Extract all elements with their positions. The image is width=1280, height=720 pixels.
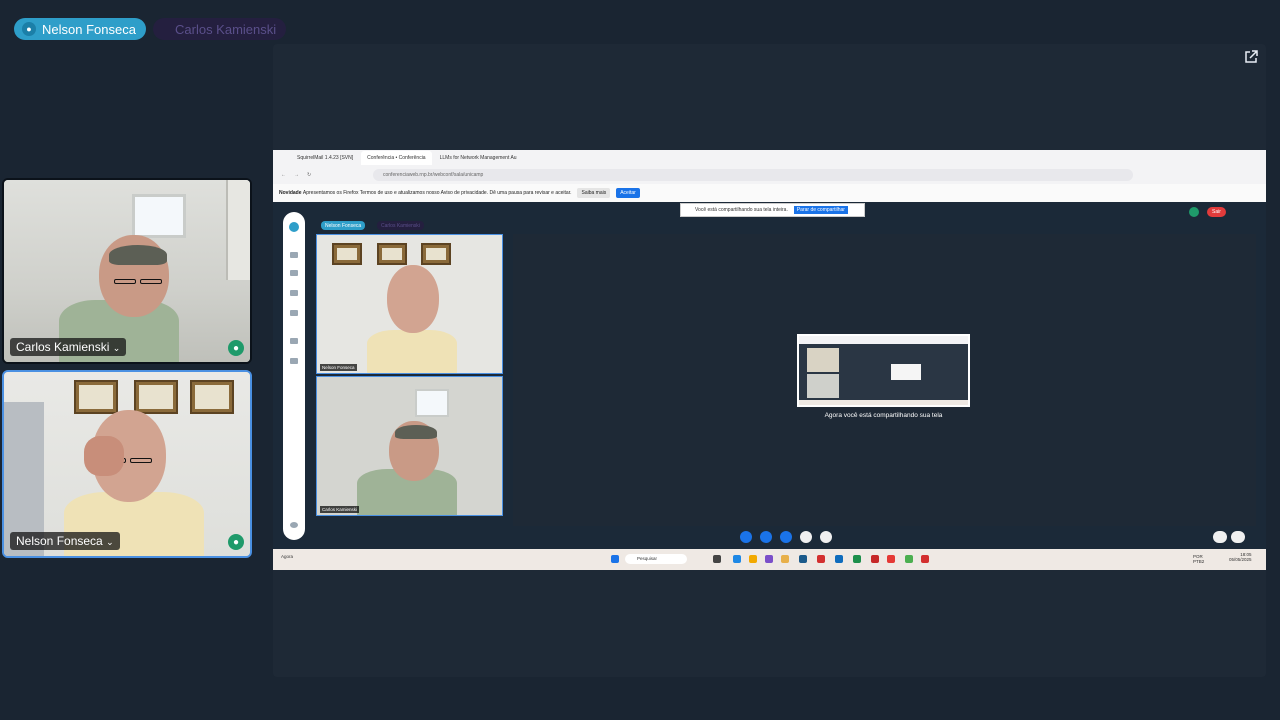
start-icon[interactable] [611,555,619,563]
inner-video-tile: Carlos Kamienski [316,376,503,516]
microphone-icon: ● [22,22,36,36]
more-options-icon[interactable] [820,531,832,543]
taskbar-app-icon[interactable] [887,555,895,563]
browser-tabs: SquirrelMail 1.4.23 [SVN] Conferência • … [273,150,1266,166]
taskbar-app-icon[interactable] [835,555,843,563]
taskbar-app-icon[interactable] [817,555,825,563]
video-feed [4,180,250,362]
taskbar-app-icon[interactable] [921,555,929,563]
windows-taskbar: Agora Pesquisar POR PTB2 18:05 05/05/202… [273,549,1266,570]
notification-bar: Novidade Apresentamos os Firefox Termos … [273,184,1266,202]
share-toast: Você está compartilhando sua tela inteir… [680,203,865,217]
taskbar-app-icon[interactable] [799,555,807,563]
inner-speaker-pill: Nelson Fonseca [321,221,366,230]
learn-more-button[interactable]: Saiba mais [577,188,611,198]
browser-tab[interactable]: Conferência • Conferência [361,151,432,165]
signal-icon [1189,207,1199,217]
share-preview-thumbnail [797,334,970,407]
inner-speaker-pill: Carlos Kamienski [377,221,424,230]
screen-share-icon[interactable] [780,531,792,543]
video-tile-nelson[interactable]: Nelson Fonseca ⌄ ● [2,370,252,558]
leave-button[interactable]: Sair [1207,207,1226,217]
accept-button[interactable]: Aceitar [616,188,640,198]
sharing-caption: Agora você está compartilhando sua tela [824,412,943,419]
browser-tab[interactable]: SquirrelMail 1.4.23 [SVN] [291,151,359,165]
taskbar-app-icon[interactable] [713,555,721,563]
address-row: ← → ↻ conferenciaweb.rnp.br/webconf/sala… [273,166,1266,184]
speaker-pill-inactive[interactable]: Carlos Kamienski [153,18,287,40]
speaker-name: Nelson Fonseca [42,21,136,37]
reactions-icon[interactable] [800,531,812,543]
forward-icon[interactable]: → [294,172,299,178]
microphone-icon: ● [228,534,244,550]
taskbar-app-icon[interactable] [749,555,757,563]
participant-label[interactable]: Carlos Kamienski ⌄ [10,338,127,356]
screen-share: SquirrelMail 1.4.23 [SVN] Conferência • … [273,150,1266,570]
inner-video-tile: Nelson Fonseca [316,234,503,374]
taskbar-app-icon[interactable] [733,555,741,563]
reload-icon[interactable]: ↻ [307,172,311,178]
speaker-name: Carlos Kamienski [175,21,277,37]
weather-widget[interactable]: Agora [281,554,293,559]
ceiling-light [132,194,186,238]
search-input[interactable]: Pesquisar [625,554,687,564]
participant-label[interactable]: Nelson Fonseca ⌄ [10,532,120,550]
browser-chrome: SquirrelMail 1.4.23 [SVN] Conferência • … [273,150,1266,202]
external-link-icon[interactable] [1244,50,1260,66]
taskbar-app-icon[interactable] [765,555,773,563]
layout-icon[interactable] [1231,531,1245,543]
url-bar[interactable]: conferenciaweb.rnp.br/webconf/sala/unica… [373,169,1133,181]
camera-icon[interactable] [760,531,772,543]
taskbar-app-icon[interactable] [853,555,861,563]
chevron-down-icon: ⌄ [106,537,114,547]
taskbar-app-icon[interactable] [871,555,879,563]
browser-tab[interactable]: LLMs for Network Management Au [434,151,523,165]
microphone-icon: ● [228,340,244,356]
microphone-icon[interactable] [740,531,752,543]
inner-sidebar [283,212,305,540]
taskbar-app-icon[interactable] [781,555,789,563]
video-tile-carlos[interactable]: Carlos Kamienski ⌄ ● [2,178,252,364]
video-feed [4,372,250,556]
clock[interactable]: 18:05 05/05/2025 [1229,552,1252,562]
back-icon[interactable]: ← [281,172,286,178]
taskbar-app-icon[interactable] [905,555,913,563]
stop-sharing-button[interactable]: Parar de compartilhar [793,206,848,214]
chevron-down-icon: ⌄ [112,343,121,353]
language-indicator[interactable]: POR PTB2 [1193,554,1213,564]
chat-icon[interactable] [1213,531,1227,543]
speaker-pill-active[interactable]: ● Nelson Fonseca [14,18,146,40]
